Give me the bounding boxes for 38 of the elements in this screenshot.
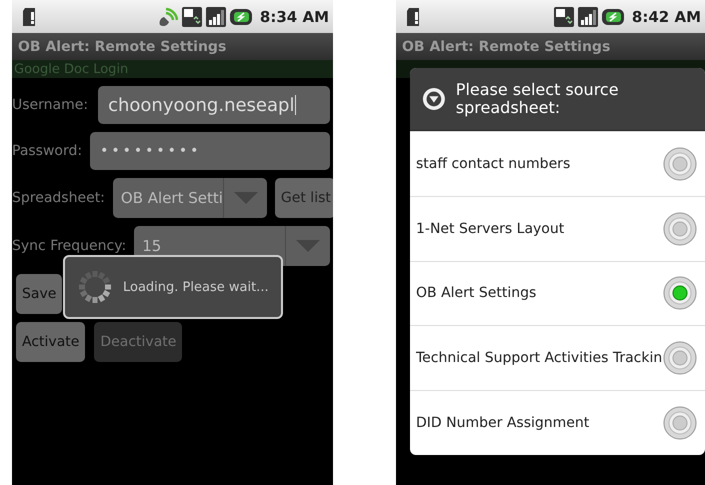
radio-button[interactable] — [663, 276, 697, 310]
spreadsheet-label: Spreadsheet: — [12, 190, 105, 206]
dropdown-arrow-icon — [296, 240, 320, 252]
spreadsheet-option[interactable]: DID Number Assignment — [410, 390, 705, 455]
sd-card-alert-icon — [406, 6, 422, 26]
action-button[interactable]: Save — [16, 274, 62, 314]
spreadsheet-option[interactable]: 1-Net Servers Layout — [410, 196, 705, 261]
battery-icon — [602, 8, 624, 26]
sync-frequency-label: Sync Frequency: — [12, 238, 126, 254]
get-list-button[interactable]: Get list — [274, 178, 333, 218]
dropdown-circle-icon — [422, 86, 446, 112]
spreadsheet-dropdown[interactable]: OB Alert Setti — [112, 178, 267, 218]
signal-bars-icon — [206, 6, 226, 26]
sd-card-alert-icon — [22, 6, 38, 26]
username-field[interactable]: choonyoong.neseapl — [98, 86, 330, 124]
dialog-title: Please select source spreadsheet: — [456, 81, 620, 117]
battery-icon — [230, 8, 252, 26]
radio-button[interactable] — [663, 146, 697, 181]
action-button[interactable]: Activate — [16, 322, 86, 362]
3g-data-icon — [182, 6, 202, 26]
clock-time: 8:42 AM — [632, 8, 701, 26]
3g-data-icon — [554, 6, 574, 26]
signal-bars-icon — [578, 6, 598, 26]
app-title-bar: OB Alert: Remote Settings — [12, 33, 333, 60]
loading-spinner-icon — [77, 269, 113, 305]
spreadsheet-option[interactable]: OB Alert Settings — [410, 260, 705, 326]
spreadsheet-option[interactable]: Technical Support Activities Trackin — [410, 325, 705, 390]
radio-button[interactable] — [663, 212, 697, 246]
loading-message: Loading. Please wait... — [123, 280, 269, 294]
spreadsheet-option[interactable]: staff contact numbers — [410, 131, 705, 196]
username-label: Username: — [12, 97, 88, 113]
radio-button[interactable] — [663, 341, 697, 376]
password-field[interactable]: ••••••••• — [90, 132, 330, 170]
clock-time: 8:34 AM — [260, 8, 329, 26]
password-label: Password: — [12, 143, 82, 159]
dropdown-arrow-icon — [234, 192, 258, 204]
radio-button[interactable] — [663, 406, 697, 440]
app-title-bar: OB Alert: Remote Settings — [396, 33, 705, 60]
